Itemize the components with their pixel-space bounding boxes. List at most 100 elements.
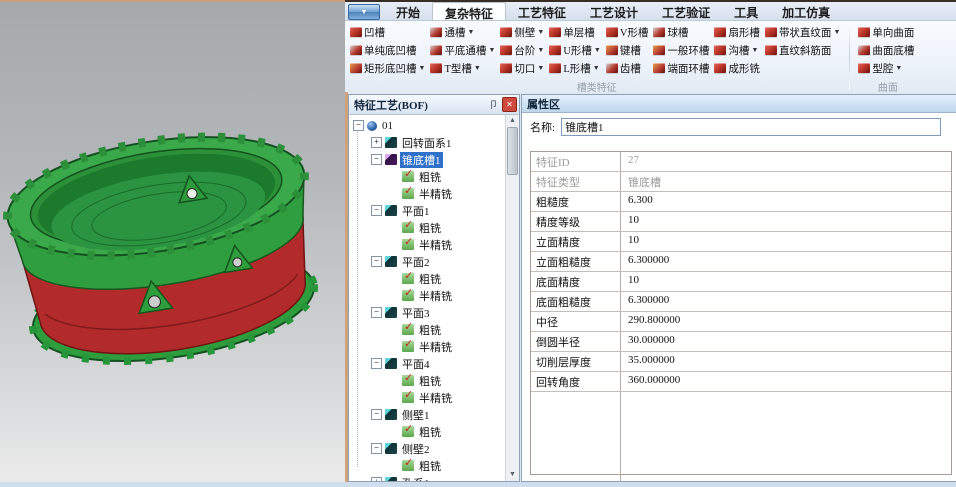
ribbon-tab-4[interactable]: 工艺验证 xyxy=(650,2,722,20)
collapse-icon[interactable]: − xyxy=(371,443,382,454)
ribbon-tab-5[interactable]: 工具 xyxy=(722,2,770,20)
ribbon-button[interactable]: 单纯底凹槽 xyxy=(349,41,426,59)
chevron-down-icon[interactable]: ▼ xyxy=(537,28,544,36)
ribbon-button[interactable]: 型腔▼ xyxy=(857,59,915,77)
collapse-icon[interactable]: − xyxy=(371,307,382,318)
tree-item[interactable]: −平面2 xyxy=(349,253,506,270)
chevron-down-icon[interactable]: ▼ xyxy=(474,64,481,72)
chevron-down-icon[interactable]: ▼ xyxy=(895,64,902,72)
tree-item[interactable]: −平面1 xyxy=(349,202,506,219)
scroll-down-icon[interactable]: ▼ xyxy=(507,469,518,481)
tree-item[interactable]: 粗铣 xyxy=(349,270,506,287)
model-viewport[interactable] xyxy=(0,0,345,487)
ribbon-button[interactable]: L形槽▼ xyxy=(548,59,602,77)
property-value[interactable]: 6.300000 xyxy=(621,292,951,311)
property-value[interactable]: 6.300 xyxy=(621,192,951,211)
ribbon-button[interactable]: 侧壁▼ xyxy=(499,23,545,41)
tree-item[interactable]: 粗铣 xyxy=(349,423,506,440)
chevron-down-icon[interactable]: ▼ xyxy=(593,64,600,72)
ribbon-button[interactable]: 单层槽 xyxy=(548,23,602,41)
property-value[interactable]: 10 xyxy=(621,232,951,251)
chevron-down-icon[interactable]: ▼ xyxy=(419,64,426,72)
ribbon-button[interactable]: 沟槽▼ xyxy=(713,41,761,59)
ribbon-tab-3[interactable]: 工艺设计 xyxy=(578,2,650,20)
tree-item[interactable]: −平面4 xyxy=(349,355,506,372)
feature-icon xyxy=(500,45,512,55)
ribbon-button[interactable]: 台阶▼ xyxy=(499,41,545,59)
expand-icon[interactable]: + xyxy=(371,137,382,148)
property-value[interactable]: 290.800000 xyxy=(621,312,951,331)
property-value[interactable]: 6.300000 xyxy=(621,252,951,271)
ribbon-button[interactable]: 扇形槽 xyxy=(713,23,761,41)
tree-item[interactable]: −01 xyxy=(349,117,506,134)
window-bottom-strip xyxy=(0,482,956,487)
tree-item[interactable]: −锥底槽1 xyxy=(349,151,506,168)
scrollbar-thumb[interactable] xyxy=(507,127,518,175)
ribbon-button[interactable]: 键槽 xyxy=(605,41,650,59)
tree-item[interactable]: 半精铣 xyxy=(349,389,506,406)
collapse-icon[interactable]: − xyxy=(371,154,382,165)
tree-item[interactable]: −平面3 xyxy=(349,304,506,321)
ribbon-button[interactable]: 单向曲面 xyxy=(857,23,915,41)
property-table-empty-area xyxy=(531,392,951,485)
ribbon-button[interactable]: T型槽▼ xyxy=(429,59,496,77)
collapse-icon[interactable]: − xyxy=(371,409,382,420)
tree-item[interactable]: +回转面系1 xyxy=(349,134,506,151)
feature-name-input[interactable] xyxy=(561,118,941,136)
tree-item[interactable]: +孔系1 xyxy=(349,474,506,481)
ribbon-button[interactable]: 矩形底凹槽▼ xyxy=(349,59,426,77)
tree-item[interactable]: −侧壁1 xyxy=(349,406,506,423)
tree-item[interactable]: 粗铣 xyxy=(349,168,506,185)
tree-item[interactable]: 粗铣 xyxy=(349,457,506,474)
tree-item[interactable]: 半精铣 xyxy=(349,287,506,304)
ribbon-tab-6[interactable]: 加工仿真 xyxy=(770,2,842,20)
chevron-down-icon[interactable]: ▼ xyxy=(537,64,544,72)
chevron-down-icon[interactable]: ▼ xyxy=(537,46,544,54)
ribbon-button[interactable]: V形槽 xyxy=(605,23,650,41)
chevron-down-icon[interactable]: ▼ xyxy=(488,46,495,54)
expand-icon[interactable]: + xyxy=(371,477,382,481)
tree-item[interactable]: 半精铣 xyxy=(349,236,506,253)
tree-item[interactable]: −侧壁2 xyxy=(349,440,506,457)
tree-item[interactable]: 半精铣 xyxy=(349,185,506,202)
ribbon-button[interactable]: U形槽▼ xyxy=(548,41,602,59)
ribbon-tab-0[interactable]: 开始 xyxy=(384,2,432,20)
ribbon-button[interactable]: 成形铣 xyxy=(713,59,761,77)
ribbon-button[interactable]: 直纹斜筋面 xyxy=(764,41,841,59)
chevron-down-icon[interactable]: ▼ xyxy=(751,46,758,54)
application-menu-button[interactable]: ▼ xyxy=(348,4,380,20)
ribbon-button[interactable]: 带状直纹面▼ xyxy=(764,23,841,41)
ribbon-button[interactable]: 齿槽 xyxy=(605,59,650,77)
chevron-down-icon[interactable]: ▼ xyxy=(467,28,474,36)
ribbon-button[interactable]: 平底通槽▼ xyxy=(429,41,496,59)
chevron-down-icon[interactable]: ▼ xyxy=(833,28,840,36)
collapse-icon[interactable]: − xyxy=(371,205,382,216)
close-icon[interactable]: ✕ xyxy=(502,97,517,112)
property-value[interactable]: 35.000000 xyxy=(621,352,951,371)
chevron-down-icon[interactable]: ▼ xyxy=(594,46,601,54)
tree-item[interactable]: 粗铣 xyxy=(349,219,506,236)
tree-scrollbar[interactable]: ▲ ▼ xyxy=(505,115,519,481)
ribbon-button[interactable]: 一般环槽 xyxy=(652,41,710,59)
property-value[interactable]: 360.000000 xyxy=(621,372,951,391)
ribbon-button[interactable]: 切口▼ xyxy=(499,59,545,77)
tree-item[interactable]: 半精铣 xyxy=(349,338,506,355)
tree-item[interactable]: 粗铣 xyxy=(349,321,506,338)
ribbon-button[interactable]: 端面环槽 xyxy=(652,59,710,77)
ribbon-button[interactable]: 通槽▼ xyxy=(429,23,496,41)
collapse-icon[interactable]: − xyxy=(371,256,382,267)
property-value[interactable]: 30.000000 xyxy=(621,332,951,351)
property-value[interactable]: 10 xyxy=(621,212,951,231)
pin-icon[interactable]: 卩 xyxy=(487,98,500,111)
ribbon-tab-2[interactable]: 工艺特征 xyxy=(506,2,578,20)
ribbon-tab-1[interactable]: 复杂特征 xyxy=(432,2,506,20)
tree-item[interactable]: 粗铣 xyxy=(349,372,506,389)
collapse-icon[interactable]: − xyxy=(371,358,382,369)
scroll-up-icon[interactable]: ▲ xyxy=(507,115,518,127)
collapse-icon[interactable]: − xyxy=(353,120,364,131)
ribbon-button[interactable]: 凹槽 xyxy=(349,23,426,41)
ribbon-button[interactable]: 曲面底槽 xyxy=(857,41,915,59)
property-value[interactable]: 10 xyxy=(621,272,951,291)
ribbon-button[interactable]: 球槽 xyxy=(652,23,710,41)
ribbon-button-label: 直纹斜筋面 xyxy=(779,43,832,58)
